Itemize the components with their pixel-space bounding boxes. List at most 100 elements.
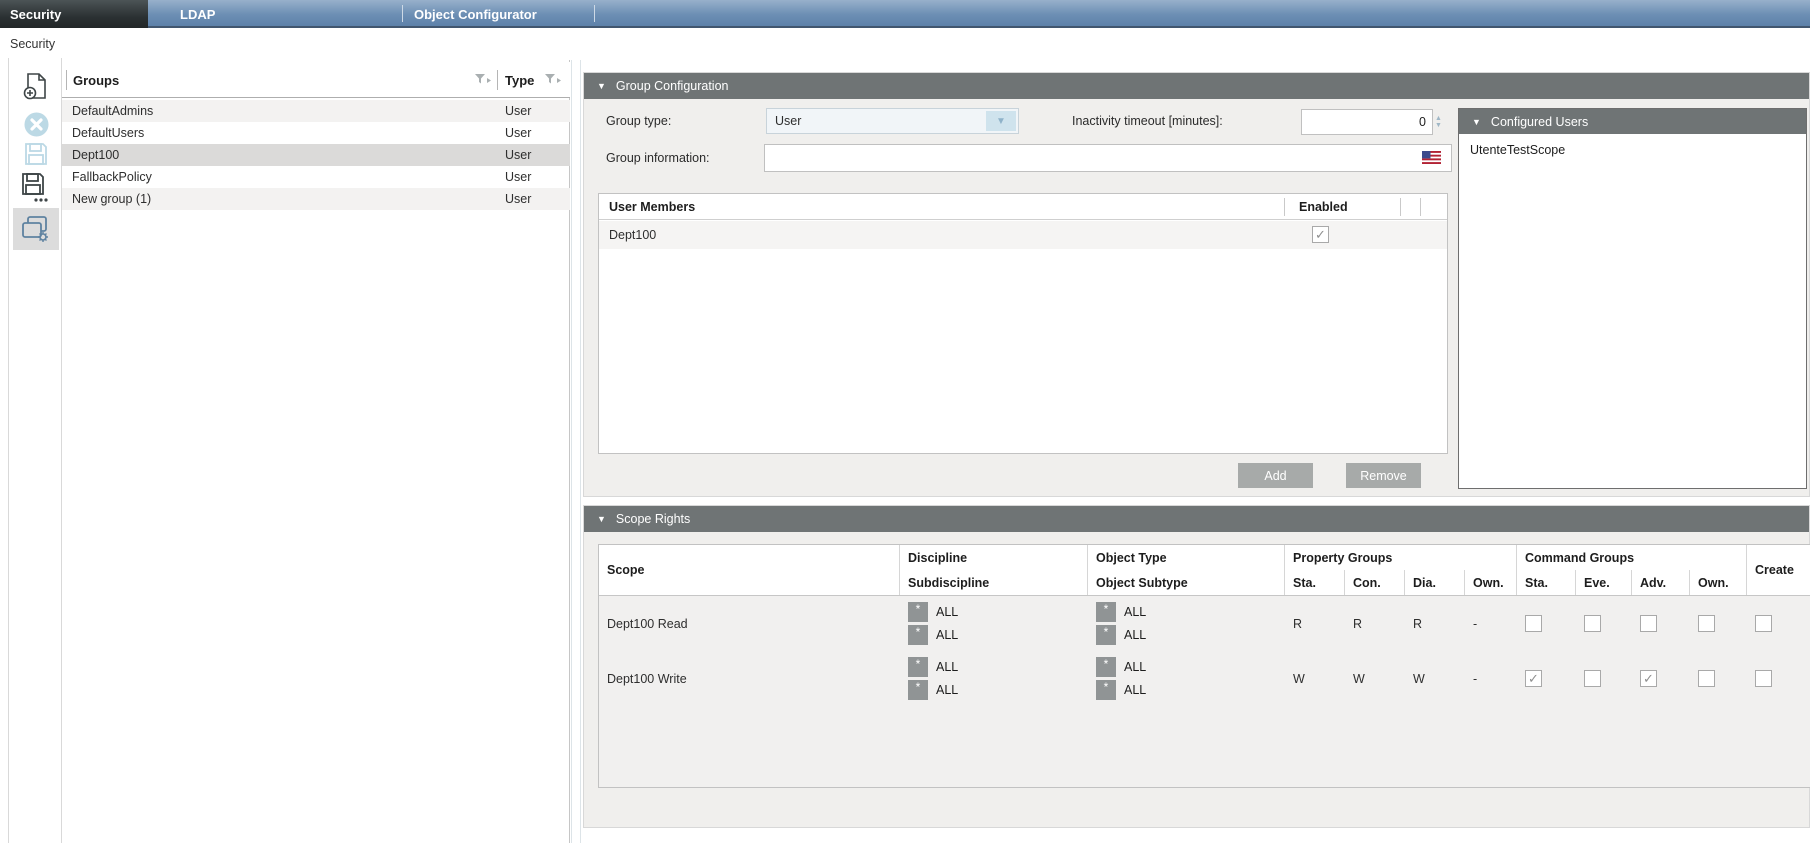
- object-subtype-all-button[interactable]: *ALL: [1096, 680, 1146, 700]
- remove-button[interactable]: Remove: [1346, 463, 1421, 488]
- add-button[interactable]: Add: [1238, 463, 1313, 488]
- save-as-icon: [21, 172, 51, 204]
- inactivity-timeout-input[interactable]: [1301, 109, 1433, 135]
- scope-table-header: Scope Discipline Object Type Property Gr…: [599, 545, 1810, 596]
- column-header-enabled: Enabled: [1299, 194, 1348, 220]
- collapse-icon[interactable]: ▼: [597, 514, 606, 524]
- tab-separator: [594, 5, 595, 22]
- save-as-button[interactable]: [13, 170, 59, 206]
- scope-rights-header: ▼ Scope Rights: [584, 506, 1809, 532]
- user-members-header: User Members Enabled: [599, 194, 1447, 220]
- group-type: User: [505, 166, 531, 188]
- discipline-all-button[interactable]: *ALL: [908, 602, 958, 622]
- cmd-sta-checkbox[interactable]: [1525, 615, 1542, 632]
- column-header-prop-con: Con.: [1345, 570, 1405, 595]
- filter-icon[interactable]: [544, 73, 562, 87]
- enabled-checkbox[interactable]: [1312, 226, 1329, 243]
- cancel-button[interactable]: [13, 110, 59, 138]
- manage-groups-button[interactable]: [13, 208, 59, 250]
- column-header-prop-sta: Sta.: [1285, 570, 1345, 595]
- asterisk-icon: *: [1096, 680, 1116, 700]
- discipline-cell: *ALL *ALL: [900, 596, 1088, 651]
- scope-name: Dept100 Read: [599, 596, 900, 651]
- group-type: User: [505, 188, 531, 210]
- group-row[interactable]: FallbackPolicy User: [62, 166, 570, 188]
- all-label: ALL: [1124, 628, 1146, 642]
- cmd-own-checkbox[interactable]: [1698, 670, 1715, 687]
- scope-rights-panel: ▼ Scope Rights Scope Discipline Object T…: [583, 505, 1810, 828]
- column-grip[interactable]: [497, 70, 498, 90]
- subdiscipline-all-button[interactable]: * ALL: [908, 680, 958, 700]
- scope-rights-row[interactable]: Dept100 Read *ALL *ALL *ALL *ALL R R R -: [599, 596, 1810, 651]
- tab-separator: [402, 5, 403, 22]
- tab-security[interactable]: Security: [0, 0, 148, 28]
- group-type: User: [505, 122, 531, 144]
- cmd-eve-checkbox[interactable]: [1584, 615, 1601, 632]
- column-grip[interactable]: [66, 70, 67, 90]
- column-divider: [1400, 198, 1401, 216]
- cmd-own-checkbox[interactable]: [1698, 615, 1715, 632]
- object-type-all-button[interactable]: *ALL: [1096, 657, 1146, 677]
- all-label: ALL: [936, 683, 958, 697]
- collapse-icon[interactable]: ▼: [1472, 117, 1481, 127]
- column-header-type[interactable]: Type: [505, 62, 534, 98]
- column-header-object-subtype: Object Subtype: [1088, 570, 1285, 595]
- group-row[interactable]: DefaultUsers User: [62, 122, 570, 144]
- column-header-discipline: Discipline: [900, 545, 1088, 570]
- prop-own-value: -: [1465, 651, 1517, 706]
- group-name: DefaultAdmins: [72, 100, 153, 122]
- cmd-adv-checkbox[interactable]: [1640, 615, 1657, 632]
- cmd-sta-checkbox[interactable]: [1525, 670, 1542, 687]
- group-configuration-panel: ▼ Group Configuration Group type: User ▼…: [583, 72, 1810, 497]
- group-row[interactable]: DefaultAdmins User: [62, 100, 570, 122]
- group-row[interactable]: New group (1) User: [62, 188, 570, 210]
- prop-con-value: W: [1345, 651, 1405, 706]
- user-member-row[interactable]: Dept100: [599, 221, 1447, 249]
- user-members-table: User Members Enabled Dept100: [598, 193, 1448, 454]
- object-type-all-button[interactable]: *ALL: [1096, 602, 1146, 622]
- column-header-subdiscipline: Subdiscipline: [900, 570, 1088, 595]
- group-information-label: Group information:: [606, 145, 710, 171]
- object-subtype-all-button[interactable]: *ALL: [1096, 625, 1146, 645]
- prop-sta-value: R: [1285, 596, 1345, 651]
- create-checkbox[interactable]: [1755, 615, 1772, 632]
- prop-con-value: R: [1345, 596, 1405, 651]
- column-header-command-groups: Command Groups: [1517, 545, 1747, 570]
- new-document-button[interactable]: [13, 70, 59, 102]
- group-type-value: User: [775, 109, 801, 133]
- spinner-down-icon[interactable]: ▼: [1435, 122, 1449, 129]
- object-type-cell: *ALL *ALL: [1088, 651, 1285, 706]
- cmd-eve-checkbox[interactable]: [1584, 670, 1601, 687]
- spinner-up-icon[interactable]: ▲: [1435, 115, 1449, 122]
- asterisk-icon: *: [908, 680, 928, 700]
- inactivity-timeout-label: Inactivity timeout [minutes]:: [1072, 108, 1223, 134]
- all-label: ALL: [936, 628, 958, 642]
- column-header-groups[interactable]: Groups: [73, 62, 119, 98]
- group-type: User: [505, 100, 531, 122]
- group-configuration-header: ▼ Group Configuration: [584, 73, 1809, 99]
- column-header-prop-own: Own.: [1465, 570, 1517, 595]
- tab-ldap-label: LDAP: [180, 7, 215, 22]
- panel-splitter[interactable]: [571, 60, 581, 843]
- group-information-input[interactable]: [764, 144, 1452, 172]
- group-type-select[interactable]: User ▼: [766, 108, 1019, 134]
- save-icon: [24, 142, 48, 166]
- discipline-cell: *ALL *ALL: [900, 651, 1088, 706]
- scope-rights-row[interactable]: Dept100 Write *ALL *ALL *ALL *ALL W W W …: [599, 651, 1810, 706]
- tab-object-configurator[interactable]: Object Configurator: [414, 0, 537, 28]
- cmd-adv-checkbox[interactable]: [1640, 670, 1657, 687]
- number-spinner: ▲ ▼: [1435, 109, 1449, 135]
- tab-ldap[interactable]: LDAP: [180, 0, 215, 28]
- discipline-all-button[interactable]: *ALL: [908, 657, 958, 677]
- create-checkbox[interactable]: [1755, 670, 1772, 687]
- group-row[interactable]: Dept100 User: [62, 144, 570, 166]
- column-header-create: Create: [1747, 545, 1810, 595]
- language-flag-icon[interactable]: [1422, 151, 1441, 164]
- tab-bar: Security LDAP Object Configurator: [0, 0, 1810, 28]
- filter-icon[interactable]: [474, 73, 492, 87]
- subdiscipline-all-button[interactable]: *ALL: [908, 625, 958, 645]
- group-name: DefaultUsers: [72, 122, 144, 144]
- save-button[interactable]: [13, 140, 59, 168]
- collapse-icon[interactable]: ▼: [597, 81, 606, 91]
- configured-user-item[interactable]: UtenteTestScope: [1470, 140, 1565, 160]
